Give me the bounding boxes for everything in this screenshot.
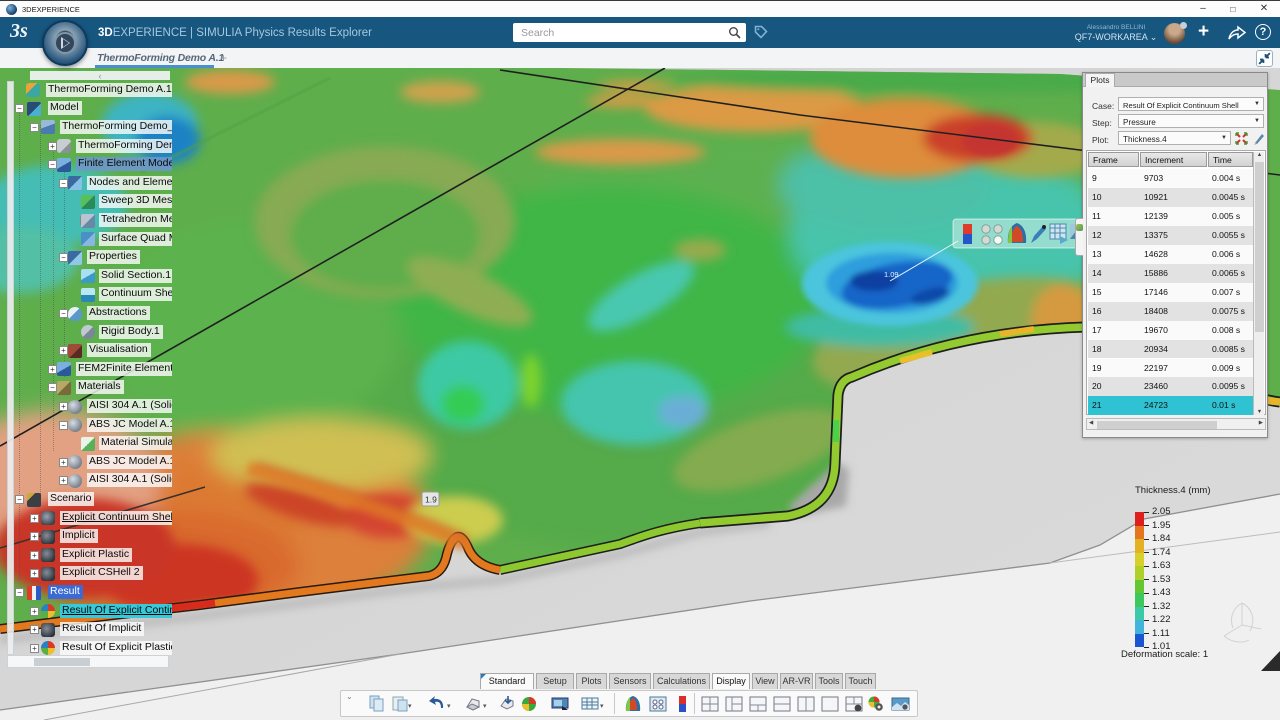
svg-text:▾: ▾ <box>447 703 451 710</box>
svg-text:▾: ▾ <box>408 703 412 710</box>
svg-text:1.09: 1.09 <box>884 270 899 279</box>
svg-text:▾: ▾ <box>483 703 487 710</box>
svg-text:▾: ▾ <box>600 703 604 710</box>
svg-text:1.9: 1.9 <box>425 495 437 505</box>
